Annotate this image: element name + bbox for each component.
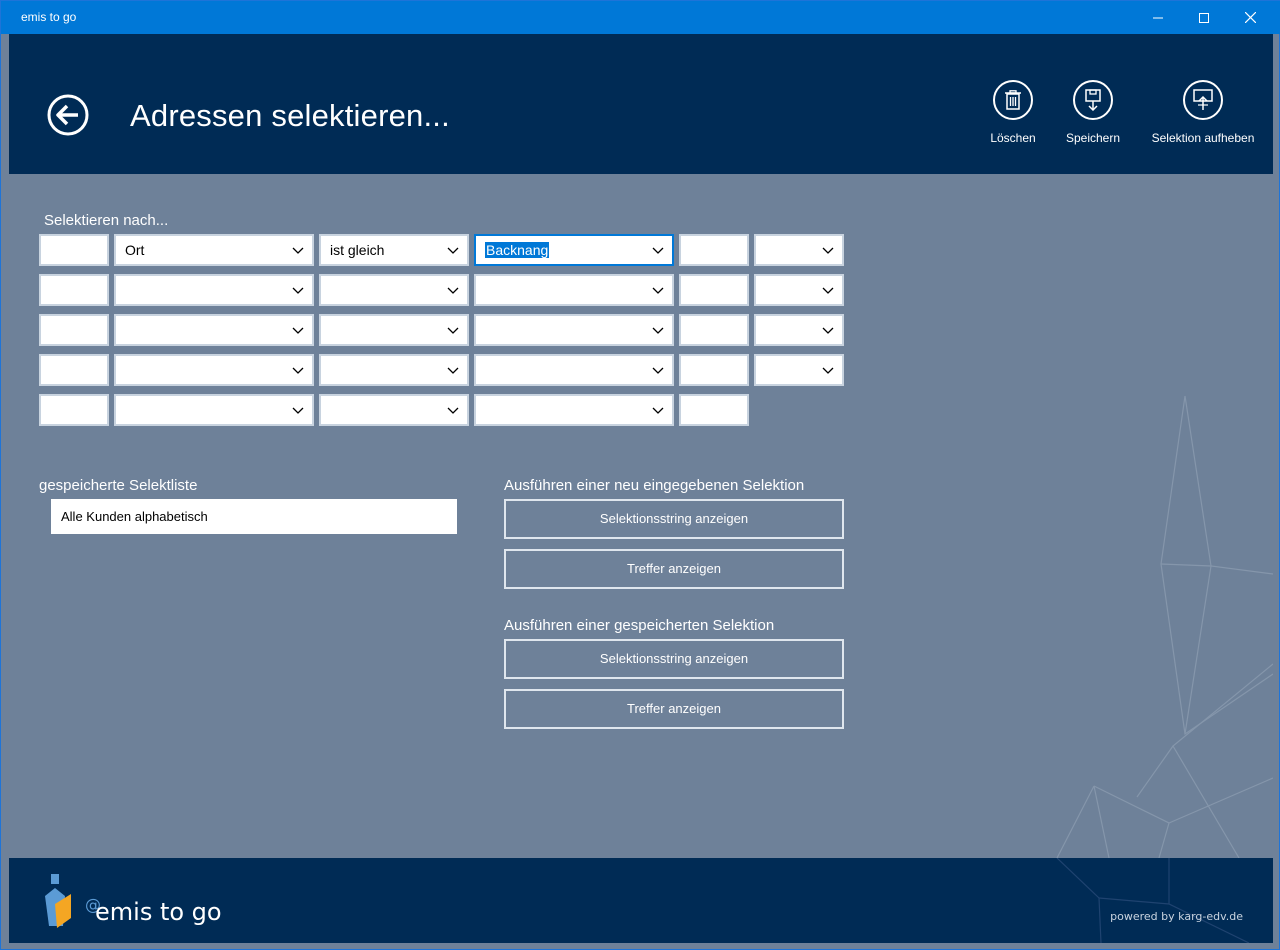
operator-dropdown[interactable] bbox=[319, 394, 469, 426]
delete-button[interactable]: Löschen bbox=[983, 80, 1043, 145]
field-dropdown[interactable] bbox=[114, 274, 314, 306]
close-bracket-field[interactable] bbox=[679, 354, 749, 386]
page-footer: @ emis to go powered by karg-edv.de bbox=[9, 858, 1273, 943]
chevron-down-icon bbox=[822, 287, 834, 294]
new-show-selection-string-button[interactable]: Selektionsstring anzeigen bbox=[504, 499, 844, 539]
open-bracket-field[interactable] bbox=[39, 394, 109, 426]
new-selection-label: Ausführen einer neu eingegebenen Selekti… bbox=[504, 477, 805, 494]
chevron-down-icon bbox=[447, 407, 459, 414]
minimize-icon bbox=[1153, 17, 1163, 18]
field-dropdown[interactable] bbox=[114, 394, 314, 426]
connector-dropdown[interactable] bbox=[754, 234, 844, 266]
save-icon bbox=[1085, 89, 1101, 111]
chevron-down-icon bbox=[652, 247, 664, 254]
upload-icon bbox=[1193, 89, 1213, 110]
chevron-down-icon bbox=[292, 287, 304, 294]
close-bracket-field[interactable] bbox=[679, 234, 749, 266]
chevron-down-icon bbox=[447, 247, 459, 254]
close-bracket-field[interactable] bbox=[679, 394, 749, 426]
field-dropdown[interactable] bbox=[114, 354, 314, 386]
clear-selection-button[interactable]: Selektion aufheben bbox=[1149, 80, 1257, 145]
saved-show-hits-button[interactable]: Treffer anzeigen bbox=[504, 689, 844, 729]
page-header: Adressen selektieren... Löschen Speicher… bbox=[9, 34, 1273, 174]
saved-show-selection-string-button[interactable]: Selektionsstring anzeigen bbox=[504, 639, 844, 679]
open-bracket-field[interactable] bbox=[39, 274, 109, 306]
powered-by-text: powered by karg-edv.de bbox=[1110, 910, 1243, 923]
main-content: Selektieren nach... Ort ist gleich Backn… bbox=[9, 174, 1273, 858]
app-window: emis to go Adressen selektieren... Lösch… bbox=[0, 0, 1280, 950]
clear-selection-label: Selektion aufheben bbox=[1151, 131, 1255, 145]
open-bracket-field[interactable] bbox=[39, 234, 109, 266]
operator-dropdown[interactable]: ist gleich bbox=[319, 234, 469, 266]
operator-dropdown[interactable] bbox=[319, 354, 469, 386]
value-dropdown[interactable] bbox=[474, 394, 674, 426]
value-dropdown[interactable] bbox=[474, 354, 674, 386]
chevron-down-icon bbox=[447, 367, 459, 374]
save-label: Speichern bbox=[1065, 131, 1121, 145]
connector-dropdown[interactable] bbox=[754, 274, 844, 306]
chevron-down-icon bbox=[652, 407, 664, 414]
open-bracket-field[interactable] bbox=[39, 354, 109, 386]
close-bracket-field[interactable] bbox=[679, 314, 749, 346]
minimize-button[interactable] bbox=[1135, 1, 1181, 34]
chevron-down-icon bbox=[292, 407, 304, 414]
operator-dropdown[interactable] bbox=[319, 314, 469, 346]
maximize-button[interactable] bbox=[1181, 1, 1227, 34]
list-item[interactable]: Alle Kunden alphabetisch bbox=[51, 499, 457, 534]
saved-selection-label: Ausführen einer gespeicherten Selektion bbox=[504, 617, 775, 634]
close-icon bbox=[1244, 12, 1256, 23]
field-dropdown[interactable] bbox=[114, 314, 314, 346]
chevron-down-icon bbox=[652, 287, 664, 294]
operator-dropdown-value: ist gleich bbox=[330, 242, 385, 258]
chevron-down-icon bbox=[292, 327, 304, 334]
chevron-down-icon bbox=[822, 367, 834, 374]
field-dropdown[interactable]: Ort bbox=[114, 234, 314, 266]
chevron-down-icon bbox=[652, 367, 664, 374]
chevron-down-icon bbox=[292, 367, 304, 374]
value-dropdown[interactable] bbox=[474, 274, 674, 306]
select-by-label: Selektieren nach... bbox=[44, 212, 169, 229]
chevron-down-icon bbox=[447, 287, 459, 294]
delete-label: Löschen bbox=[990, 131, 1036, 145]
connector-dropdown[interactable] bbox=[754, 314, 844, 346]
page-title: Adressen selektieren... bbox=[130, 98, 450, 133]
close-bracket-field[interactable] bbox=[679, 274, 749, 306]
open-bracket-field[interactable] bbox=[39, 314, 109, 346]
saved-list-label: gespeicherte Selektliste bbox=[39, 477, 198, 494]
new-show-hits-button[interactable]: Treffer anzeigen bbox=[504, 549, 844, 589]
chevron-down-icon bbox=[447, 327, 459, 334]
logo-text: emis to go bbox=[95, 898, 222, 926]
saved-selection-list[interactable]: Alle Kunden alphabetisch bbox=[51, 499, 457, 534]
connector-dropdown[interactable] bbox=[754, 354, 844, 386]
value-dropdown[interactable] bbox=[474, 314, 674, 346]
maximize-icon bbox=[1199, 12, 1209, 23]
save-button[interactable]: Speichern bbox=[1057, 80, 1129, 145]
close-button[interactable] bbox=[1227, 1, 1273, 34]
app-logo-icon: @ bbox=[45, 874, 101, 928]
chevron-down-icon bbox=[292, 247, 304, 254]
back-arrow-icon bbox=[47, 94, 89, 136]
operator-dropdown[interactable] bbox=[319, 274, 469, 306]
chevron-down-icon bbox=[652, 327, 664, 334]
title-bar: emis to go bbox=[1, 1, 1280, 34]
back-button[interactable] bbox=[47, 94, 89, 136]
value-dropdown[interactable]: Backnang bbox=[474, 234, 674, 266]
chevron-down-icon bbox=[822, 247, 834, 254]
value-dropdown-value: Backnang bbox=[485, 242, 550, 258]
chevron-down-icon bbox=[822, 327, 834, 334]
window-title: emis to go bbox=[21, 10, 77, 24]
trash-icon bbox=[1005, 90, 1021, 110]
field-dropdown-value: Ort bbox=[125, 242, 145, 258]
